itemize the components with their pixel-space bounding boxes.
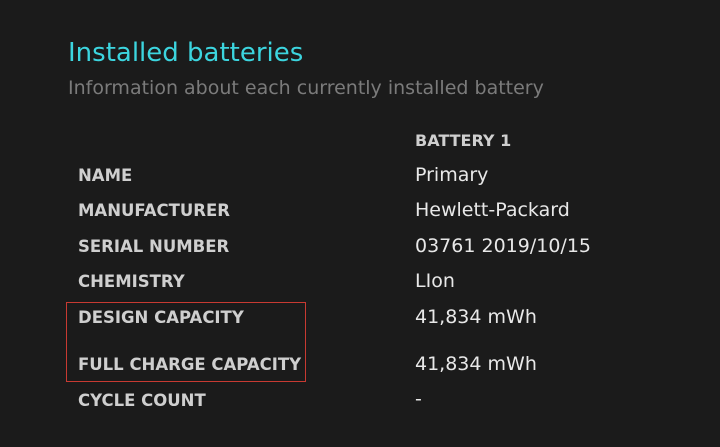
row-label-name: NAME <box>78 166 133 185</box>
row-value-chemistry: LIon <box>415 270 455 292</box>
row-label-manufacturer: MANUFACTURER <box>78 201 230 220</box>
row-label-serial-number: SERIAL NUMBER <box>78 237 230 256</box>
row-value-design-capacity: 41,834 mWh <box>415 306 537 328</box>
capacity-highlight-box <box>66 302 306 382</box>
page-subtitle: Information about each currently install… <box>68 77 544 99</box>
page-title: Installed batteries <box>68 38 304 68</box>
row-value-serial-number: 03761 2019/10/15 <box>415 235 591 257</box>
row-value-cycle-count: - <box>415 388 422 410</box>
row-label-chemistry: CHEMISTRY <box>78 272 185 291</box>
row-value-name: Primary <box>415 164 489 186</box>
row-value-manufacturer: Hewlett-Packard <box>415 199 570 221</box>
row-value-full-charge-capacity: 41,834 mWh <box>415 353 537 375</box>
row-label-cycle-count: CYCLE COUNT <box>78 391 206 410</box>
battery-column-header: BATTERY 1 <box>415 131 512 150</box>
